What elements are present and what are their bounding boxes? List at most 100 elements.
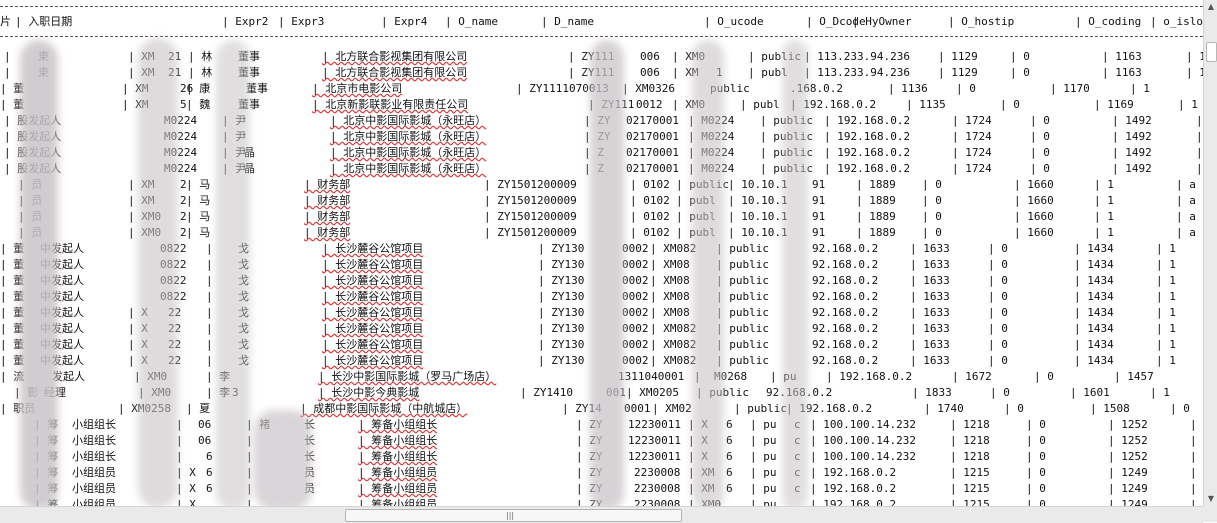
- table-cell: | XM02: [652, 402, 692, 415]
- table-cell: | 1660: [1014, 210, 1054, 223]
- table-cell: | 1218: [950, 450, 990, 463]
- table-cell: |: [1196, 146, 1203, 159]
- table-cell: | 1660: [1014, 178, 1054, 191]
- table-cell: 06: [198, 418, 212, 431]
- table-cell: | 1633: [910, 354, 950, 367]
- table-cell: | 0102: [630, 226, 670, 239]
- table-cell: | XM08: [650, 306, 690, 319]
- table-cell: | 筹备小组组长: [358, 418, 438, 431]
- table-cell: | 1434: [1074, 242, 1114, 255]
- table-cell: | 长沙麓谷公馆项目: [322, 306, 424, 319]
- table-cell: | 1: [1190, 450, 1197, 463]
- table-cell: | 0: [922, 178, 942, 191]
- scroll-up-arrow-icon[interactable]: ▲: [1204, 0, 1217, 14]
- table-cell: | 100.100.14.232: [810, 434, 916, 447]
- table-cell: | a: [1176, 226, 1196, 239]
- table-cell: | ZY130: [538, 338, 585, 351]
- table-cell: | 10.10.1: [728, 194, 788, 207]
- table-cell: | a: [1176, 178, 1196, 191]
- table-cell: 06: [198, 434, 212, 447]
- table-cell: | 1249: [1108, 498, 1148, 506]
- table-cell: | 北京中影国际影城（永旺店）: [330, 130, 487, 143]
- table-cell: 2230008: [634, 482, 681, 495]
- table-cell: | 100.100.14.232: [810, 418, 916, 431]
- table-cell: | 1889: [856, 194, 896, 207]
- table-cell: | 1633: [910, 306, 950, 319]
- table-cell: | 1434: [1074, 258, 1114, 271]
- table-cell: | 1: [1190, 498, 1197, 506]
- table-cell: | 1252: [1108, 434, 1148, 447]
- table-cell: 小组组长: [72, 450, 116, 463]
- table-cell: | 0: [1030, 162, 1050, 175]
- table-cell: 小组组长: [72, 418, 116, 431]
- table-cell: | 长沙麓谷公馆项目: [322, 322, 424, 335]
- vertical-scrollbar[interactable]: ▲ ▼: [1203, 0, 1217, 506]
- table-cell: 0012: [636, 98, 663, 111]
- table-cell: | X: [176, 466, 196, 479]
- table-cell: | 0: [988, 306, 1008, 319]
- table-cell: 91: [812, 178, 826, 191]
- table-cell: | 1136: [888, 82, 928, 95]
- table-cell: | pu: [750, 482, 777, 495]
- table-cell: | 0: [1000, 98, 1020, 111]
- table-cell: | 0102: [630, 178, 670, 191]
- table-cell: | 筹备小组组员: [358, 482, 438, 495]
- table-cell: |: [1196, 162, 1203, 175]
- table-cell: | 1170: [1050, 82, 1090, 95]
- table-cell: | 1: [1190, 434, 1197, 447]
- table-cell: | 1889: [856, 210, 896, 223]
- horizontal-scrollbar[interactable]: |||: [0, 506, 1203, 523]
- table-cell: | 财务部: [304, 194, 351, 207]
- table-cell: | 1218: [950, 418, 990, 431]
- table-cell: | 1492: [1112, 146, 1152, 159]
- table-cell: | 0: [1026, 450, 1046, 463]
- table-cell: | XM08: [650, 258, 690, 271]
- vertical-scroll-thumb[interactable]: [1206, 42, 1217, 62]
- table-cell: | 1249: [1108, 482, 1148, 495]
- table-cell: | publ: [740, 98, 780, 111]
- table-cell: |: [1196, 130, 1203, 143]
- table-cell: 6: [206, 482, 213, 495]
- table-cell: | 0: [988, 258, 1008, 271]
- table-cell: | 1: [1186, 66, 1203, 79]
- table-cell: 小组组员: [72, 498, 116, 506]
- table-cell: | 1434: [1074, 290, 1114, 303]
- table-cell: 92.168.0.2: [812, 290, 879, 303]
- table-cell: 0001: [624, 402, 651, 415]
- header-bottom-divider: [0, 36, 1203, 37]
- scroll-down-arrow-icon[interactable]: ▼: [1204, 492, 1217, 506]
- table-cell: | 0: [956, 82, 976, 95]
- table-cell: | XM082: [650, 338, 697, 351]
- table-cell: 6: [206, 466, 213, 479]
- table-cell: 02170001: [626, 162, 679, 175]
- table-cell: | 筹备小组组长: [358, 450, 438, 463]
- table-cell: | 1: [1156, 338, 1176, 351]
- table-cell: |: [4, 50, 18, 63]
- table-cell: | ZY130: [538, 242, 585, 255]
- table-cell: | 0: [922, 210, 942, 223]
- table-cell: | 1457: [1114, 370, 1154, 383]
- table-cell: | ZY130: [538, 290, 585, 303]
- table-cell: 6: [726, 450, 733, 463]
- table-cell: | 魏: [186, 98, 211, 111]
- table-cell: | 1633: [910, 242, 950, 255]
- table-cell: | 1: [1156, 354, 1176, 367]
- horizontal-scroll-thumb[interactable]: |||: [345, 509, 682, 522]
- redaction-blur: [216, 40, 250, 506]
- table-cell: 0002: [622, 354, 649, 367]
- table-cell: | ZY130: [538, 258, 585, 271]
- table-cell: | 成都中影国际影城（中航城店）: [300, 402, 468, 415]
- table-cell: | 长沙中影国际影城（罗马广场店）: [318, 370, 497, 383]
- table-cell: | 北京中影国际影城（永旺店）: [330, 146, 487, 159]
- table-cell: | 0: [1026, 434, 1046, 447]
- redaction-blur: [20, 40, 58, 506]
- table-cell: | 1434: [1074, 338, 1114, 351]
- table-cell: | 1215: [950, 482, 990, 495]
- table-cell: | 长沙麓谷公馆项目: [322, 274, 424, 287]
- table-cell: | pu: [750, 466, 777, 479]
- table-cell: | 0: [922, 194, 942, 207]
- table-cell: 6: [726, 434, 733, 447]
- table-cell: | 0: [1170, 402, 1190, 415]
- table-cell: 0002: [622, 306, 649, 319]
- table-cell: |: [4, 66, 18, 79]
